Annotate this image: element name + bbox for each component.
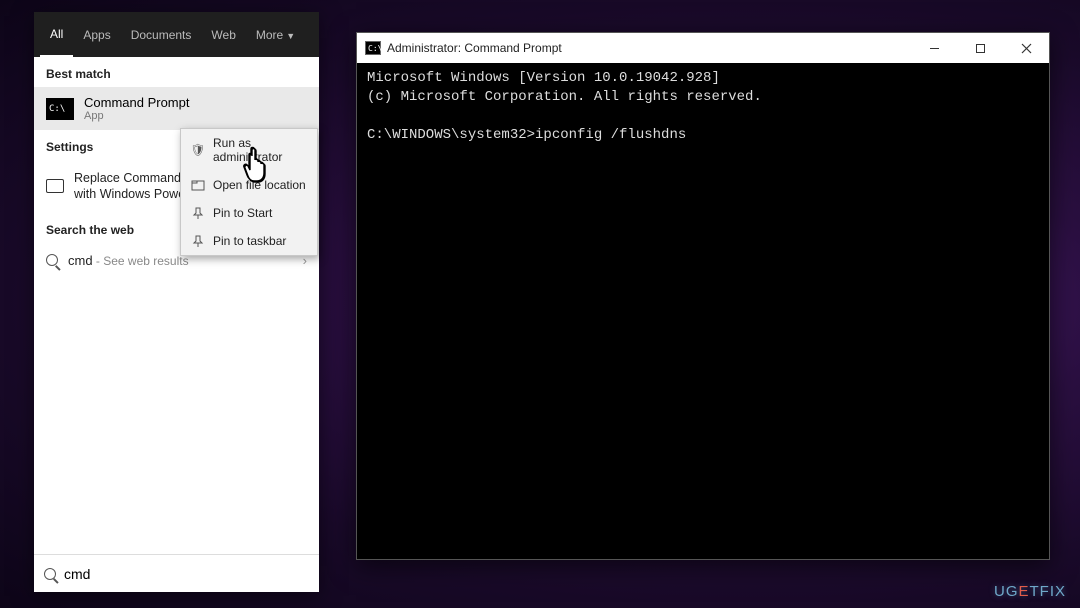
ctx-label: Pin to taskbar <box>213 234 286 248</box>
minimize-button[interactable] <box>911 33 957 63</box>
search-input[interactable] <box>64 566 309 582</box>
tab-more[interactable]: More▼ <box>246 14 305 56</box>
search-icon <box>46 254 58 266</box>
ctx-label: Pin to Start <box>213 206 272 220</box>
terminal-line: C:\WINDOWS\system32>ipconfig /flushdns <box>367 127 686 143</box>
watermark: UGETFIX <box>994 583 1066 600</box>
close-button[interactable] <box>1003 33 1049 63</box>
best-match-title: Command Prompt <box>84 95 189 110</box>
search-icon <box>44 568 56 580</box>
tab-web[interactable]: Web <box>201 14 245 56</box>
window-title: Administrator: Command Prompt <box>387 41 562 55</box>
web-query: cmd <box>68 253 93 268</box>
web-hint: - See web results <box>93 254 189 268</box>
folder-icon <box>191 178 205 192</box>
tab-all[interactable]: All <box>40 13 73 57</box>
best-match-command-prompt[interactable]: C:\ Command Prompt App <box>34 87 319 130</box>
monitor-icon <box>46 179 64 193</box>
tab-documents[interactable]: Documents <box>121 14 202 56</box>
app-icon: C:\ <box>365 41 381 55</box>
cursor-pointer-icon <box>242 146 272 184</box>
ctx-pin-to-start[interactable]: Pin to Start <box>181 199 317 227</box>
terminal-line: (c) Microsoft Corporation. All rights re… <box>367 89 762 105</box>
maximize-button[interactable] <box>957 33 1003 63</box>
search-tabs: All Apps Documents Web More▼ <box>34 12 319 57</box>
tab-apps[interactable]: Apps <box>73 14 120 56</box>
search-box <box>34 554 319 592</box>
command-prompt-icon: C:\ <box>46 98 74 120</box>
titlebar[interactable]: C:\ Administrator: Command Prompt <box>357 33 1049 63</box>
terminal-body[interactable]: Microsoft Windows [Version 10.0.19042.92… <box>357 63 1049 559</box>
chevron-down-icon: ▼ <box>286 31 295 41</box>
ctx-pin-to-taskbar[interactable]: Pin to taskbar <box>181 227 317 255</box>
shield-icon: 🛡 <box>191 143 205 157</box>
start-search-panel: All Apps Documents Web More▼ Best match … <box>34 12 319 592</box>
command-prompt-window: C:\ Administrator: Command Prompt Micros… <box>356 32 1050 560</box>
terminal-line: Microsoft Windows [Version 10.0.19042.92… <box>367 70 720 86</box>
best-match-label: Best match <box>34 57 319 87</box>
pin-icon <box>191 206 205 220</box>
best-match-subtitle: App <box>84 110 189 122</box>
pin-icon <box>191 234 205 248</box>
